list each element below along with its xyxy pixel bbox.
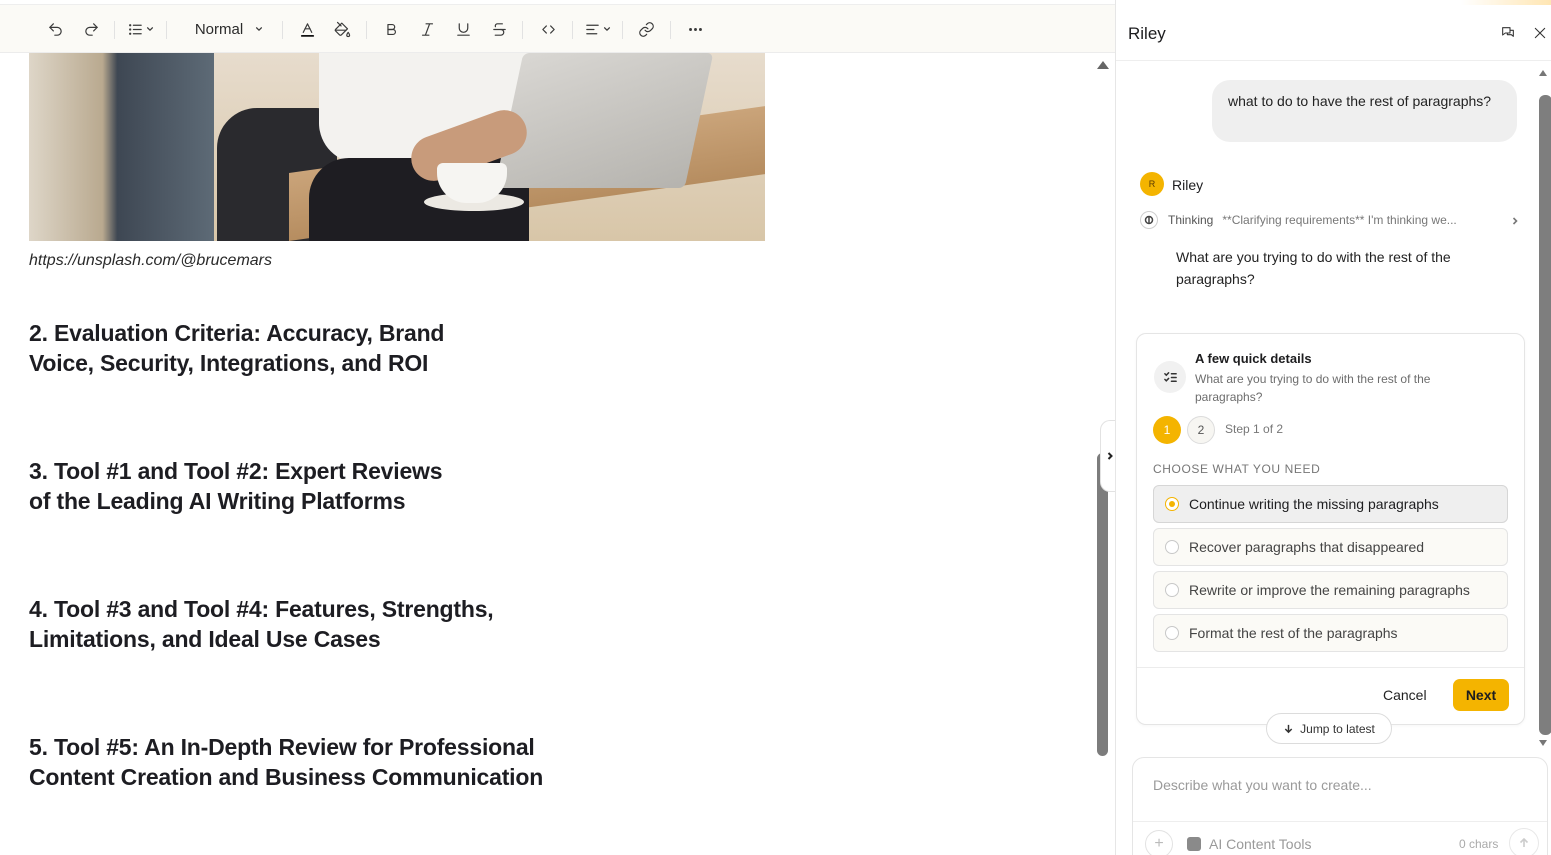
redo-icon[interactable] <box>80 5 102 53</box>
chevron-right-icon <box>1510 215 1520 225</box>
chevron-right-icon <box>1107 452 1113 460</box>
paint-bucket-icon[interactable] <box>331 5 353 53</box>
step-indicator-1: 1 <box>1153 416 1181 444</box>
toolbar-separator <box>572 21 573 39</box>
undo-icon[interactable] <box>44 5 66 53</box>
chevron-down-icon <box>603 27 610 31</box>
add-attachment-button[interactable]: + <box>1145 830 1173 855</box>
editor-scrollbar-thumb[interactable] <box>1097 453 1108 756</box>
option-continue-writing[interactable]: Continue writing the missing paragraphs <box>1153 485 1508 523</box>
option-format-paragraphs[interactable]: Format the rest of the paragraphs <box>1153 614 1508 652</box>
prompt-input[interactable] <box>1153 777 1533 793</box>
avatar: R <box>1140 172 1164 196</box>
quick-details-card: A few quick details What are you trying … <box>1136 333 1525 725</box>
heading-line: 3. Tool #1 and Tool #2: Expert Reviews <box>29 458 443 484</box>
text-style-select[interactable]: Normal <box>188 5 270 53</box>
card-divider <box>1137 667 1524 668</box>
heading-3[interactable]: 3. Tool #1 and Tool #2: Expert Reviews o… <box>29 456 443 516</box>
composer-divider <box>1133 821 1547 822</box>
bullet-list-icon[interactable] <box>124 5 156 53</box>
italic-icon[interactable] <box>416 5 438 53</box>
image-caption[interactable]: https://unsplash.com/@brucemars <box>29 252 272 270</box>
editor-pane: Normal https://unsplash.com/@brucemars 2… <box>0 0 1115 855</box>
radio-button[interactable] <box>1165 540 1179 554</box>
ai-content-tools-button[interactable]: AI Content Tools <box>1187 836 1311 852</box>
section-label: CHOOSE WHAT YOU NEED <box>1153 462 1321 476</box>
option-label: Recover paragraphs that disappeared <box>1189 539 1425 555</box>
panel-scrollbar-thumb[interactable] <box>1539 95 1551 735</box>
radio-button[interactable] <box>1165 626 1179 640</box>
card-subtitle: What are you trying to do with the rest … <box>1195 372 1431 404</box>
toolbar-separator <box>522 21 523 39</box>
option-label: Format the rest of the paragraphs <box>1189 625 1398 641</box>
heading-5[interactable]: 5. Tool #5: An In-Depth Review for Profe… <box>29 732 543 792</box>
image-laptop <box>494 53 714 188</box>
chat-history-icon[interactable] <box>1500 25 1516 41</box>
heading-line: 4. Tool #3 and Tool #4: Features, Streng… <box>29 596 494 622</box>
close-icon[interactable] <box>1532 25 1548 41</box>
assistant-name: Riley <box>1172 177 1204 193</box>
jump-to-latest-button[interactable]: Jump to latest <box>1266 713 1392 744</box>
article-image[interactable] <box>29 53 765 241</box>
bold-icon[interactable] <box>380 5 402 53</box>
strikethrough-icon[interactable] <box>488 5 510 53</box>
text-style-value: Normal <box>194 20 244 38</box>
user-message: what to do to have the rest of paragraph… <box>1212 80 1517 142</box>
panel-header: Riley <box>1116 5 1551 61</box>
tools-icon <box>1187 837 1201 851</box>
step-progress-text: Step 1 of 2 <box>1225 422 1284 436</box>
next-button[interactable]: Next <box>1453 679 1509 711</box>
toolbar-separator <box>670 21 671 39</box>
step-indicator-2: 2 <box>1187 416 1215 444</box>
align-left-icon[interactable] <box>581 5 613 53</box>
radio-button[interactable] <box>1165 583 1179 597</box>
text-color-icon[interactable] <box>296 5 318 53</box>
toolbar-separator <box>114 21 115 39</box>
panel-scroll-down-arrow[interactable] <box>1539 740 1547 746</box>
toolbar-separator <box>166 21 167 39</box>
thinking-snippet: **Clarifying requirements** I'm thinking… <box>1222 213 1457 227</box>
radio-button-selected[interactable] <box>1165 497 1179 511</box>
heading-line: Limitations, and Ideal Use Cases <box>29 626 381 652</box>
formatting-toolbar: Normal <box>0 5 1115 53</box>
heading-line: 2. Evaluation Criteria: Accuracy, Brand <box>29 320 445 346</box>
chevron-down-icon <box>256 27 263 31</box>
heading-2[interactable]: 2. Evaluation Criteria: Accuracy, Brand … <box>29 318 444 378</box>
more-icon[interactable] <box>684 5 706 53</box>
card-title: A few quick details <box>1195 351 1312 366</box>
heading-4[interactable]: 4. Tool #3 and Tool #4: Features, Streng… <box>29 594 494 654</box>
heading-line: Voice, Security, Integrations, and ROI <box>29 350 429 376</box>
assistant-panel: Riley what to do to have the rest of par… <box>1115 0 1551 855</box>
tools-label: AI Content Tools <box>1209 836 1312 852</box>
assistant-message: What are you trying to do with the rest … <box>1176 249 1451 287</box>
checklist-icon <box>1154 361 1186 393</box>
arrow-up-icon <box>1519 837 1529 847</box>
panel-scroll-up-arrow[interactable] <box>1539 70 1547 76</box>
link-icon[interactable] <box>635 5 657 53</box>
jump-label: Jump to latest <box>1300 721 1375 736</box>
option-label: Rewrite or improve the remaining paragra… <box>1189 582 1470 598</box>
arrow-down-icon <box>1284 724 1293 734</box>
option-rewrite-paragraphs[interactable]: Rewrite or improve the remaining paragra… <box>1153 571 1508 609</box>
toolbar-separator <box>366 21 367 39</box>
option-label: Continue writing the missing paragraphs <box>1189 496 1439 512</box>
heading-line: 5. Tool #5: An In-Depth Review for Profe… <box>29 734 535 760</box>
cancel-button[interactable]: Cancel <box>1375 679 1435 711</box>
thinking-disclosure[interactable]: Thinking **Clarifying requirements** I'm… <box>1140 210 1520 230</box>
heading-line: of the Leading AI Writing Platforms <box>29 488 406 514</box>
chevron-down-icon <box>146 27 153 31</box>
editor-scroll-up-arrow[interactable] <box>1097 61 1109 69</box>
thinking-label: Thinking <box>1168 213 1214 227</box>
toolbar-separator <box>282 21 283 39</box>
char-count: 0 chars <box>1459 837 1499 851</box>
code-icon[interactable] <box>536 5 560 53</box>
heading-line: Content Creation and Business Communicat… <box>29 764 544 790</box>
send-button[interactable] <box>1509 828 1539 855</box>
panel-title: Riley <box>1128 24 1166 43</box>
underline-icon[interactable] <box>452 5 474 53</box>
option-recover-paragraphs[interactable]: Recover paragraphs that disappeared <box>1153 528 1508 566</box>
message-composer: + AI Content Tools 0 chars <box>1132 757 1548 855</box>
toolbar-separator <box>622 21 623 39</box>
brain-icon <box>1140 211 1158 229</box>
